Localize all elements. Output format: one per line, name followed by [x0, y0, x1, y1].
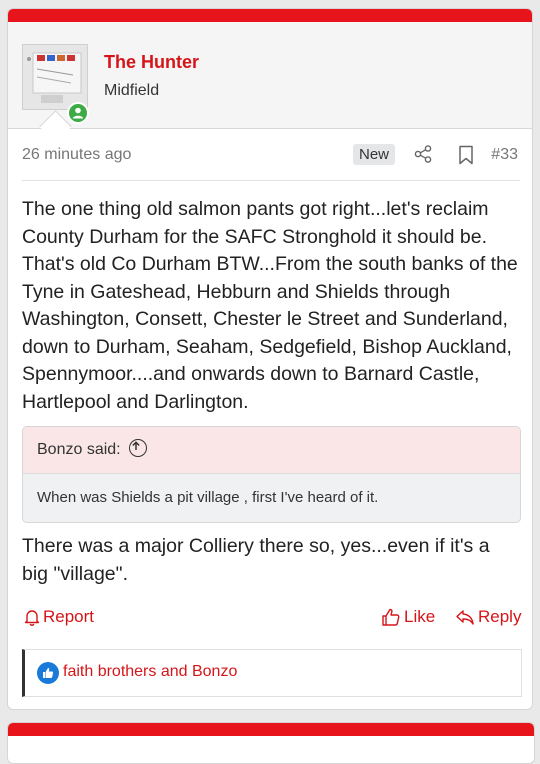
like-button[interactable]: Like	[381, 607, 435, 627]
reply-label: Reply	[478, 607, 522, 626]
online-status-icon	[67, 102, 89, 124]
username-link[interactable]: The Hunter	[104, 52, 199, 73]
report-button[interactable]: Report	[24, 607, 94, 627]
user-title: Midfield	[104, 82, 160, 99]
like-icon	[382, 608, 400, 626]
quote-header[interactable]: Bonzo said:	[23, 427, 520, 474]
quote-arrow-icon[interactable]	[128, 438, 147, 457]
share-icon[interactable]	[413, 144, 433, 164]
reply-button[interactable]: Reply	[455, 607, 521, 627]
post-timestamp[interactable]: 26 minutes ago	[22, 146, 131, 164]
avatar[interactable]	[22, 44, 88, 110]
report-icon	[24, 610, 40, 626]
post-reply-body: There was a major Colliery there so, yes…	[22, 535, 490, 585]
like-label: Like	[404, 607, 436, 626]
like-reaction-icon	[37, 662, 59, 684]
quote-text: When was Shields a pit village , first I…	[37, 489, 379, 506]
reaction-names-link[interactable]: faith brothers and Bonzo	[63, 663, 237, 681]
reply-icon	[456, 610, 474, 625]
report-label: Report	[43, 607, 95, 626]
post-meta: 26 minutes ago New #33	[22, 142, 520, 181]
next-post-card	[7, 722, 535, 764]
avatar-image	[23, 45, 87, 109]
quote-block: Bonzo said: When was Shields a pit villa…	[22, 426, 521, 523]
post-body: The one thing old salmon pants got right…	[22, 198, 518, 413]
post-number-link[interactable]: #33	[491, 146, 518, 164]
quote-author: Bonzo said:	[37, 441, 121, 458]
post-card: The Hunter Midfield 26 minutes ago New #…	[7, 8, 533, 710]
post-top-bar	[8, 9, 532, 22]
next-post-top-bar	[8, 723, 534, 736]
bookmark-icon[interactable]	[458, 145, 474, 165]
new-badge: New	[353, 144, 396, 165]
reactions-bar[interactable]: faith brothers and Bonzo	[22, 649, 522, 697]
user-info-section: The Hunter Midfield	[8, 22, 532, 129]
